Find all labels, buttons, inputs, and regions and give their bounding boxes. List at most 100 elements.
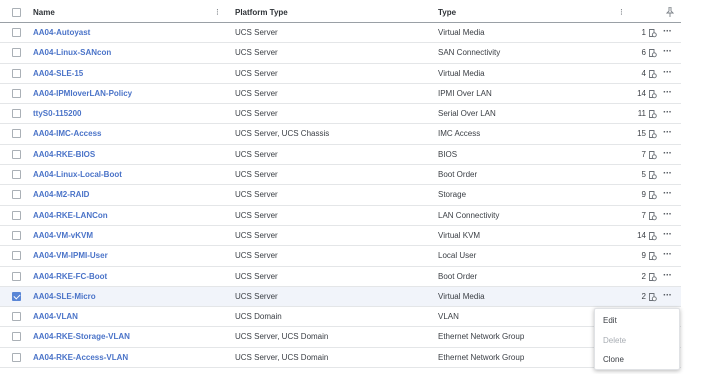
policy-name-link[interactable]: AA04-RKE-FC-Boot xyxy=(33,267,107,287)
table-row[interactable]: AA04-RKE-BIOS UCS Server BIOS 7 ··· xyxy=(0,145,681,166)
table-row[interactable]: AA04-RKE-FC-Boot UCS Server Boot Order 2 ··· xyxy=(0,267,681,287)
usage-count[interactable]: 7 xyxy=(620,145,660,165)
policy-name-link[interactable]: AA04-IPMIoverLAN-Policy xyxy=(33,84,132,104)
table-row[interactable]: AA04-Linux-Local-Boot UCS Server Boot Orde… xyxy=(0,165,681,186)
row-checkbox[interactable] xyxy=(12,88,21,98)
policy-name-link[interactable]: AA04-Autoyast xyxy=(33,23,90,43)
policy-name-link[interactable]: AA04-VM-IPMI-User xyxy=(33,246,108,266)
more-actions-icon[interactable]: ··· xyxy=(663,124,672,142)
row-checkbox[interactable] xyxy=(12,149,21,159)
row-checkbox[interactable] xyxy=(12,129,21,139)
menu-item-delete[interactable]: Delete xyxy=(603,336,626,345)
pin-icon[interactable] xyxy=(666,7,674,17)
platform-type-cell: UCS Server xyxy=(235,109,278,119)
more-actions-icon[interactable]: ··· xyxy=(663,267,672,285)
table-row[interactable]: AA04-IPMIoverLAN-Policy UCS Server IPMI Ov… xyxy=(0,84,681,105)
more-actions-icon[interactable]: ··· xyxy=(663,226,672,244)
policy-name-link[interactable]: AA04-M2-RAID xyxy=(33,185,89,205)
row-checkbox[interactable] xyxy=(12,210,21,220)
usage-count-value: 4 xyxy=(641,68,646,78)
table-row[interactable]: AA04-RKE-Access-VLAN UCS Server, UCS Doma… xyxy=(0,348,681,369)
table-row[interactable]: AA04-RKE-LANCon UCS Server LAN Connectivit… xyxy=(0,206,681,226)
table-row[interactable]: ttyS0-115200 UCS Server Serial Over LAN 11 ·… xyxy=(0,104,681,125)
table-row[interactable]: AA04-VM-IPMI-User UCS Server Local User 9 ··… xyxy=(0,246,681,267)
row-checkbox[interactable] xyxy=(12,230,21,240)
header-name[interactable]: Name xyxy=(33,2,55,23)
policy-name-link[interactable]: ttyS0-115200 xyxy=(33,104,81,124)
more-actions-icon[interactable]: ··· xyxy=(663,206,672,224)
row-checkbox[interactable] xyxy=(12,170,21,180)
more-actions-icon[interactable]: ··· xyxy=(663,43,672,61)
usage-count[interactable]: 2 xyxy=(620,287,660,307)
more-actions-icon[interactable]: ··· xyxy=(663,84,672,102)
table-row[interactable]: AA04-M2-RAID UCS Server Storage 9 ··· xyxy=(0,185,681,206)
row-checkbox[interactable] xyxy=(12,28,21,37)
row-checkbox[interactable] xyxy=(12,291,21,301)
table-row[interactable]: AA04-Linux-SANcon UCS Server SAN Connectiv… xyxy=(0,43,681,64)
usage-count[interactable]: 11 xyxy=(620,104,660,124)
more-actions-icon[interactable]: ··· xyxy=(663,64,672,82)
platform-type-cell: UCS Domain xyxy=(235,312,282,322)
policy-name-link[interactable]: AA04-VM-vKVM xyxy=(33,226,93,246)
more-actions-icon[interactable]: ··· xyxy=(663,287,672,305)
table-row[interactable]: AA04-SLE-Micro UCS Server Virtual Media 2 ··… xyxy=(0,286,681,308)
row-checkbox[interactable] xyxy=(12,251,21,261)
more-actions-icon[interactable]: ··· xyxy=(663,185,672,203)
usage-count[interactable]: 14 xyxy=(620,226,660,246)
usage-count-value: 9 xyxy=(641,251,646,261)
usage-count[interactable]: 6 xyxy=(620,43,660,63)
table-row[interactable]: AA04-Autoyast UCS Server Virtual Media 1 ··· xyxy=(0,23,681,44)
platform-type-cell: UCS Server xyxy=(235,251,278,261)
policy-name-link[interactable]: AA04-SLE-15 xyxy=(33,64,83,84)
usage-count[interactable]: 4 xyxy=(620,64,660,84)
menu-item-edit[interactable]: Edit xyxy=(603,316,617,325)
policy-name-link[interactable]: AA04-RKE-BIOS xyxy=(33,145,95,165)
more-actions-icon[interactable]: ··· xyxy=(663,246,672,264)
table-row[interactable]: AA04-IMC-Access UCS Server, UCS Chassis IM… xyxy=(0,124,681,145)
select-all-checkbox[interactable] xyxy=(12,8,21,17)
usage-count[interactable]: 5 xyxy=(620,165,660,185)
policy-name-link[interactable]: AA04-RKE-Access-VLAN xyxy=(33,348,128,368)
row-checkbox[interactable] xyxy=(12,48,21,58)
usage-count[interactable]: 2 xyxy=(620,267,660,287)
usage-count-value: 7 xyxy=(641,149,646,159)
usage-count[interactable]: 1 xyxy=(620,23,660,43)
header-platform-type[interactable]: Platform Type xyxy=(235,2,288,23)
row-checkbox[interactable] xyxy=(12,68,21,78)
table-row[interactable]: AA04-VM-vKVM UCS Server Virtual KVM 14 ··· xyxy=(0,226,681,247)
policy-usage-icon xyxy=(649,150,657,160)
policy-name-link[interactable]: AA04-RKE-LANCon xyxy=(33,206,108,226)
more-actions-icon[interactable]: ··· xyxy=(663,145,672,163)
header-type[interactable]: Type xyxy=(438,2,456,23)
usage-count-value: 5 xyxy=(641,170,646,180)
policy-name-link[interactable]: AA04-VLAN xyxy=(33,307,78,327)
row-checkbox[interactable] xyxy=(12,190,21,200)
type-cell: BIOS xyxy=(438,149,458,159)
type-cell: IMC Access xyxy=(438,129,481,139)
menu-item-clone[interactable]: Clone xyxy=(603,355,624,364)
table-row[interactable]: AA04-RKE-Storage-VLAN UCS Server, UCS Dom… xyxy=(0,327,681,348)
usage-count[interactable]: 9 xyxy=(620,185,660,205)
row-checkbox[interactable] xyxy=(12,352,21,362)
usage-count[interactable]: 9 xyxy=(620,246,660,266)
column-resize-icon[interactable]: ⁝ xyxy=(620,2,623,23)
table-row[interactable]: AA04-VLAN UCS Domain VLAN xyxy=(0,307,681,328)
policy-name-link[interactable]: AA04-RKE-Storage-VLAN xyxy=(33,327,130,347)
type-cell: Local User xyxy=(438,251,477,261)
more-actions-icon[interactable]: ··· xyxy=(663,104,672,122)
table-row[interactable]: AA04-SLE-15 UCS Server Virtual Media 4 ··· xyxy=(0,64,681,84)
policy-name-link[interactable]: AA04-IMC-Access xyxy=(33,124,101,144)
row-checkbox[interactable] xyxy=(12,271,21,281)
policy-name-link[interactable]: AA04-Linux-Local-Boot xyxy=(33,165,122,185)
usage-count[interactable]: 15 xyxy=(620,124,660,144)
policy-name-link[interactable]: AA04-SLE-Micro xyxy=(33,287,96,307)
more-actions-icon[interactable]: ··· xyxy=(663,165,672,183)
row-checkbox[interactable] xyxy=(12,312,21,322)
policy-name-link[interactable]: AA04-Linux-SANcon xyxy=(33,43,111,63)
usage-count[interactable]: 7 xyxy=(620,206,660,226)
row-checkbox[interactable] xyxy=(12,332,21,342)
usage-count[interactable]: 14 xyxy=(620,84,660,104)
row-checkbox[interactable] xyxy=(12,109,21,119)
column-resize-icon[interactable]: ⁝ xyxy=(216,2,219,23)
more-actions-icon[interactable]: ··· xyxy=(663,23,672,41)
